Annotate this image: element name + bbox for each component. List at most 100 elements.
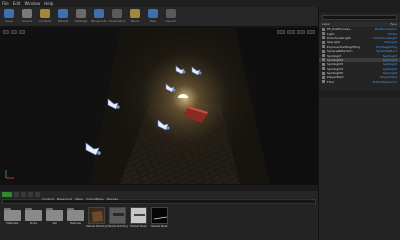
import-button[interactable] [14,192,19,197]
outliner-row-name: SpotLight [327,53,342,58]
breadcrumb-item[interactable]: Maps [75,197,83,201]
asset-item[interactable]: Market Mesh [151,207,168,228]
breadcrumb: Content Basement Maps VirtualMaps Meshes [42,185,121,204]
lit-button[interactable] [19,30,25,34]
build-button[interactable]: Build [128,8,142,25]
outliner-row-type: SpotLight [382,71,397,76]
viewport-menu-button[interactable] [3,30,9,34]
outliner-row-type: SpotLight [382,57,397,62]
outliner-row-type: ExpHeightFog [376,44,397,49]
asset-item[interactable]: Market Mesh [130,207,147,228]
visibility-eye-icon[interactable] [322,58,325,62]
visibility-eye-icon[interactable] [322,80,325,84]
folder-item[interactable]: Materials [4,207,21,228]
asset-name: Market Mesh [130,225,147,228]
visibility-eye-icon[interactable] [322,32,325,36]
toolbar-label: Launch [165,18,177,23]
camera-speed-button[interactable] [307,30,315,34]
launch-icon [166,8,176,18]
asset-name: Market Mesh [151,225,168,228]
outliner-row-type: SphereReflect [376,49,397,54]
outliner-row-type: DirectionalLight [373,35,397,40]
viewport-scene [0,28,318,184]
breadcrumb-item[interactable]: Meshes [107,197,118,201]
visibility-eye-icon[interactable] [322,54,325,58]
cinematics-button[interactable]: Cinematics [109,8,125,25]
actor-count [319,87,400,89]
asset-name: Market Building [107,225,128,228]
folder-item[interactable]: Textures [67,207,84,228]
folder-item[interactable]: Set [46,207,63,228]
outliner-row-type: StaticMeshActor [372,79,397,84]
world-outliner-tab[interactable] [319,7,400,13]
marketplace-button[interactable]: Market [56,8,70,25]
breadcrumb-item[interactable]: Basement [57,197,72,201]
outliner-row-name: PP_PostProcess... [327,27,353,32]
asset-name: Materials [6,222,19,225]
rotation-snap-button[interactable] [287,30,295,34]
outliner-row-name: DirectionalLight [327,35,351,40]
settings-button[interactable]: Settings [74,8,88,25]
menu-help[interactable]: Help [44,0,53,7]
visibility-eye-icon[interactable] [322,67,325,71]
folder-icon [46,207,63,221]
asset-name: Set [52,222,57,225]
grid-snap-button[interactable] [277,30,285,34]
breadcrumb-item[interactable]: VirtualMaps [86,197,104,201]
content-button[interactable]: Content [38,8,52,25]
asset-name: Market Building [86,225,107,228]
toolbar-label: Play [149,18,157,23]
outliner-row-name: SpotLight4 [327,66,344,71]
forward-button[interactable] [35,192,40,197]
viewport-options [3,30,25,34]
play-icon [148,8,158,18]
cinematics-icon [112,8,122,18]
menu-edit[interactable]: Edit [13,0,21,7]
blueprints-button[interactable]: Blueprints [91,8,107,25]
visibility-eye-icon[interactable] [322,75,325,79]
outliner-row-name: ExponentialHeightFog [327,44,361,49]
toolbar-label: Blueprints [91,18,107,23]
asset-name: Textures [70,222,81,225]
visibility-eye-icon[interactable] [322,49,325,53]
folder-item[interactable]: Props [25,207,42,228]
outliner-search-input[interactable] [322,15,397,20]
visibility-eye-icon[interactable] [322,62,325,66]
play-button[interactable]: Play [146,8,160,25]
add-new-button[interactable] [2,192,12,197]
outliner-row-type: SpotLight [382,66,397,71]
scale-snap-button[interactable] [297,30,305,34]
visibility-eye-icon[interactable] [322,36,325,40]
visibility-eye-icon[interactable] [322,45,325,49]
outliner-row[interactable]: Floor StaticMeshActor [319,80,400,84]
outliner-row-name: PlayerStart [327,75,344,80]
visibility-eye-icon[interactable] [322,27,325,31]
settings-icon [76,8,86,18]
outliner-row-name: SpotLight2 [327,57,344,62]
asset-item[interactable]: Market Building [107,207,128,228]
save-all-button[interactable] [21,192,26,197]
blueprints-icon [94,8,104,18]
asset-thumbnail [88,207,105,224]
save-button[interactable]: Save [2,8,16,25]
outliner-row-name: SkyLight [327,40,340,45]
menu-file[interactable]: File [2,0,9,7]
source-control-button[interactable]: Source [20,8,34,25]
level-viewport[interactable] [0,28,318,184]
asset-thumbnail [151,207,168,224]
launch-button[interactable]: Launch [164,8,178,25]
save-icon [4,8,14,18]
right-panel: Label Type PP_PostProcess... PostProcessV… [318,7,400,240]
visibility-eye-icon[interactable] [322,40,325,44]
toolbar-label: Content [39,18,51,23]
perspective-button[interactable] [11,30,17,34]
back-button[interactable] [28,192,33,197]
menu-window[interactable]: Window [24,0,40,7]
details-tab[interactable] [319,91,400,97]
asset-item[interactable]: Market Building [86,207,107,228]
breadcrumb-item[interactable]: Content [42,197,54,201]
visibility-eye-icon[interactable] [322,71,325,75]
source-control-icon [22,8,32,18]
toolbar-label: Build [131,18,139,23]
outliner-row-type: Folder [387,31,397,36]
